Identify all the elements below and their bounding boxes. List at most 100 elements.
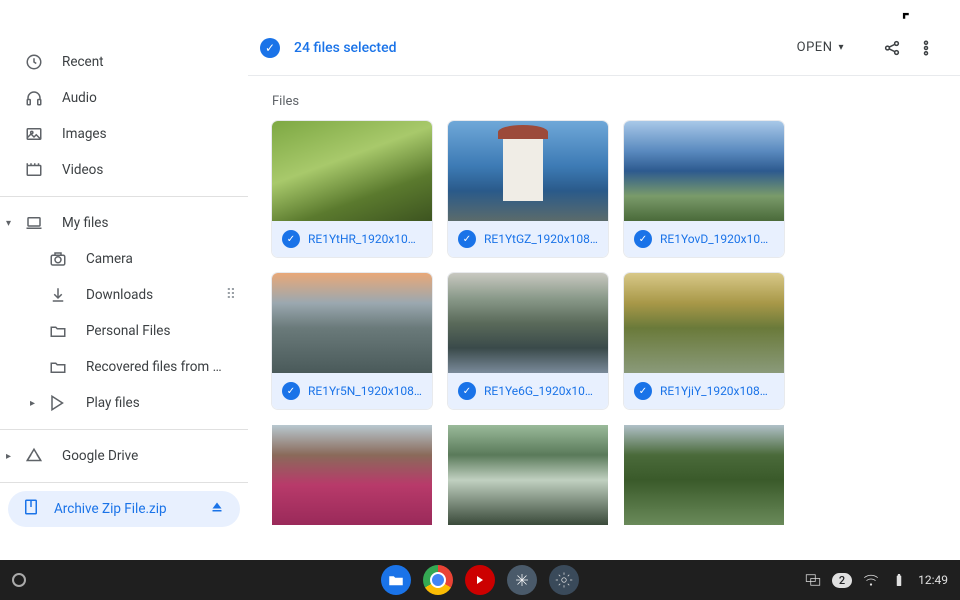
notification-badge[interactable]: 2 [832, 573, 852, 588]
sidebar-label: Google Drive [62, 448, 138, 464]
window-maximize-icon[interactable] [900, 10, 914, 24]
chevron-down-icon[interactable]: ▾ [6, 218, 11, 229]
folder-icon [48, 321, 68, 341]
thumbnail [448, 273, 608, 373]
sidebar-item-camera[interactable]: Camera [0, 241, 248, 277]
check-icon[interactable]: ✓ [458, 382, 476, 400]
check-icon[interactable]: ✓ [634, 230, 652, 248]
chevron-down-icon: ▾ [838, 42, 844, 53]
file-card[interactable] [624, 425, 784, 525]
sidebar-label: My files [62, 215, 108, 231]
check-icon[interactable]: ✓ [282, 382, 300, 400]
check-icon[interactable]: ✓ [282, 230, 300, 248]
shelf: 2 12:49 [0, 560, 960, 600]
selection-check-icon[interactable]: ✓ [260, 38, 280, 58]
file-card[interactable]: ✓ RE1Yr5N_1920x1080_0005.jpg [272, 273, 432, 409]
toolbar: ✓ 24 files selected OPEN ▾ [248, 20, 960, 76]
headphones-icon [24, 88, 44, 108]
dock-app-icon[interactable] [507, 565, 537, 595]
file-name: RE1YtHR_1920x1080_0002.jpg [308, 232, 422, 246]
file-name: RE1Ye6G_1920x1080_0006.jpg [484, 384, 598, 398]
sidebar-label: Personal Files [86, 323, 170, 339]
content-area: Files ✓ RE1YtHR_1920x1080_0002.jpg ✓ RE1Yt… [248, 76, 960, 560]
laptop-icon [24, 213, 44, 233]
dock-chrome-icon[interactable] [423, 565, 453, 595]
launcher-button[interactable] [12, 573, 26, 587]
tray-overview-icon[interactable] [804, 571, 822, 589]
sidebar-item-videos[interactable]: Videos [0, 152, 248, 188]
sidebar-item-myfiles[interactable]: ▾ My files [0, 205, 248, 241]
sidebar-label: Downloads [86, 287, 153, 303]
sidebar-label: Archive Zip File.zip [54, 501, 167, 517]
sidebar-item-playfiles[interactable]: ▸ Play files [0, 385, 248, 421]
file-name: RE1YtGZ_1920x1080_0003.jpg [484, 232, 598, 246]
more-icon[interactable] [916, 38, 936, 58]
sidebar-label: Recent [62, 54, 104, 70]
check-icon[interactable]: ✓ [458, 230, 476, 248]
play-store-icon [48, 393, 68, 413]
chevron-right-icon[interactable]: ▸ [6, 451, 11, 462]
dock-files-icon[interactable] [381, 565, 411, 595]
file-card[interactable]: ✓ RE1YtHR_1920x1080_0002.jpg [272, 121, 432, 257]
eject-icon[interactable] [208, 498, 226, 520]
sidebar: Recent Audio Images Videos ▾ My files Ca… [0, 0, 248, 560]
sidebar-label: Play files [86, 395, 140, 411]
download-icon [48, 285, 68, 305]
separator [0, 429, 248, 430]
zip-icon [22, 498, 40, 520]
separator [0, 482, 248, 483]
sidebar-label: Audio [62, 90, 97, 106]
sidebar-label: Recovered files from … [86, 359, 222, 375]
sidebar-label: Videos [62, 162, 103, 178]
sidebar-item-recent[interactable]: Recent [0, 44, 248, 80]
thumbnail [624, 425, 784, 525]
thumbnail [272, 425, 432, 525]
sidebar-item-images[interactable]: Images [0, 116, 248, 152]
sidebar-label: Camera [86, 251, 133, 267]
file-card[interactable] [448, 425, 608, 525]
file-card[interactable]: ✓ RE1YtGZ_1920x1080_0003.jpg [448, 121, 608, 257]
thumbnail [272, 273, 432, 373]
clock[interactable]: 12:49 [918, 573, 948, 587]
open-button[interactable]: OPEN ▾ [797, 40, 844, 55]
folder-icon [48, 357, 68, 377]
thumbnail [624, 273, 784, 373]
window-close-icon[interactable] [932, 10, 946, 24]
chevron-right-icon[interactable]: ▸ [30, 398, 35, 409]
file-card[interactable]: ✓ RE1YjiY_1920x1080_0007.jpg [624, 273, 784, 409]
dock-settings-icon[interactable] [549, 565, 579, 595]
open-label: OPEN [797, 40, 833, 55]
file-name: RE1YjiY_1920x1080_0007.jpg [660, 384, 774, 398]
file-name: RE1Yr5N_1920x1080_0005.jpg [308, 384, 422, 398]
separator [0, 196, 248, 197]
sidebar-item-gdrive[interactable]: ▸ Google Drive [0, 438, 248, 474]
camera-icon [48, 249, 68, 269]
share-icon[interactable] [882, 38, 902, 58]
file-name: RE1YovD_1920x1080_0004.jpg [660, 232, 774, 246]
sidebar-item-downloads[interactable]: Downloads [0, 277, 248, 313]
thumbnail [448, 425, 608, 525]
drag-handle-icon[interactable]: ⠿ [226, 293, 238, 297]
thumbnail [448, 121, 608, 221]
sidebar-item-archive[interactable]: Archive Zip File.zip [8, 491, 240, 527]
sidebar-item-personal[interactable]: Personal Files [0, 313, 248, 349]
file-card[interactable]: ✓ RE1YovD_1920x1080_0004.jpg [624, 121, 784, 257]
file-card[interactable] [272, 425, 432, 525]
battery-icon[interactable] [890, 571, 908, 589]
dock-youtube-icon[interactable] [465, 565, 495, 595]
sidebar-item-audio[interactable]: Audio [0, 80, 248, 116]
sidebar-label: Images [62, 126, 107, 142]
thumbnail [272, 121, 432, 221]
check-icon[interactable]: ✓ [634, 382, 652, 400]
wifi-icon[interactable] [862, 571, 880, 589]
image-icon [24, 124, 44, 144]
thumbnail [624, 121, 784, 221]
google-drive-icon [24, 446, 44, 466]
video-icon [24, 160, 44, 180]
sidebar-item-recovered[interactable]: Recovered files from … [0, 349, 248, 385]
file-grid: ✓ RE1YtHR_1920x1080_0002.jpg ✓ RE1YtGZ_192… [272, 121, 936, 525]
content-heading: Files [272, 94, 936, 109]
window-minimize-icon[interactable] [868, 10, 882, 24]
selection-count: 24 files selected [294, 40, 396, 56]
file-card[interactable]: ✓ RE1Ye6G_1920x1080_0006.jpg [448, 273, 608, 409]
